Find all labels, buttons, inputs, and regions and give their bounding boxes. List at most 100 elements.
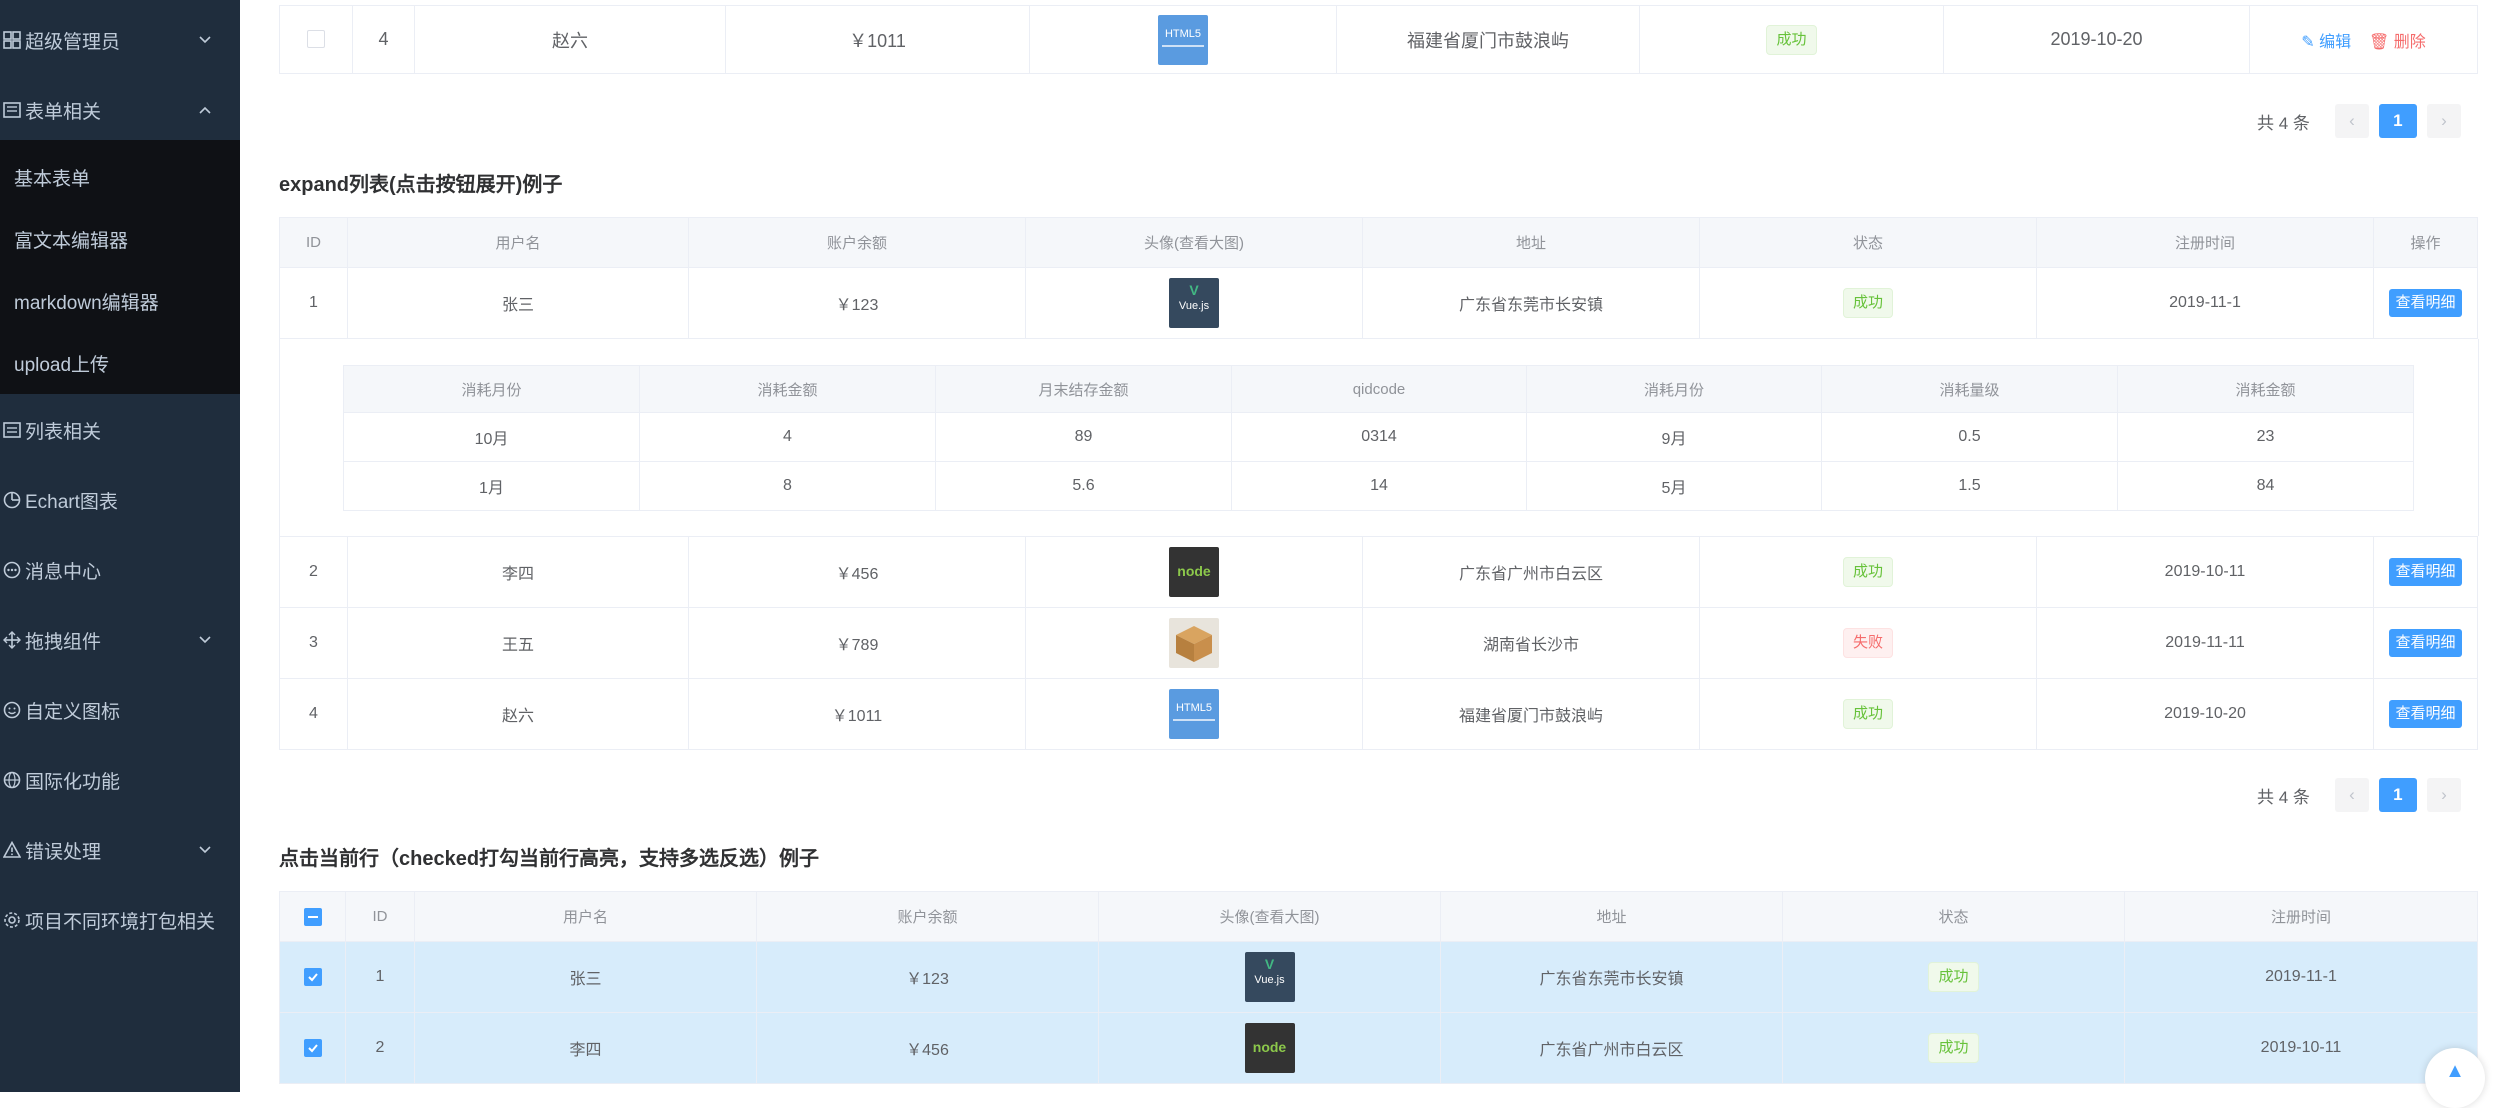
sidebar-item-message[interactable]: 消息中心	[0, 535, 240, 605]
sidebar-item-admin[interactable]: 超级管理员	[0, 5, 240, 75]
detail-cell: 84	[2117, 461, 2414, 511]
top-table: 4 赵六 ￥1011 HTML5 福建省厦门市鼓浪屿 成功 2019-10-20…	[279, 5, 2478, 74]
avatar-node[interactable]: node	[1244, 1023, 1295, 1073]
cell-balance: ￥1011	[688, 678, 1026, 750]
status-badge: 成功	[1842, 557, 1893, 587]
cell-username: 张三	[414, 941, 757, 1013]
table-row[interactable]: 4 赵六 ￥1011 HTML5 福建省厦门市鼓浪屿 成功 2019-10-20…	[279, 5, 2478, 74]
table-row[interactable]: 4 赵六 ￥1011 HTML5 福建省厦门市鼓浪屿 成功 2019-10-20…	[279, 678, 2478, 750]
sidebar-item-label: 错误处理	[25, 841, 102, 863]
avatar-decor	[1173, 719, 1215, 721]
status-badge: 成功	[1842, 699, 1893, 729]
sidebar-item-echart[interactable]: Echart图表	[0, 465, 240, 535]
col-header: 消耗金额	[639, 365, 936, 413]
expand-table-rest: 2 李四 ￥456 node 广东省广州市白云区 成功 2019-10-11 查…	[279, 536, 2478, 750]
view-detail-button[interactable]: 查看明细	[2389, 289, 2462, 317]
cell-id: 3	[279, 607, 348, 679]
detail-cell: 1.5	[1821, 461, 2118, 511]
check-icon	[307, 973, 318, 982]
message-icon	[0, 558, 24, 582]
cell-username: 李四	[347, 536, 689, 608]
edit-icon: ✎	[2301, 33, 2315, 51]
sidebar-subitem-upload[interactable]: upload上传	[0, 332, 240, 394]
pagination-total: 共 4 条	[2257, 787, 2310, 807]
cell-balance: ￥456	[688, 536, 1026, 608]
avatar-html5[interactable]: HTML5	[1158, 14, 1208, 65]
table-row[interactable]: 2 李四 ￥456 node 广东省广州市白云区 成功 2019-10-11	[279, 1012, 2478, 1084]
globe-icon	[0, 768, 24, 792]
cell-username: 赵六	[347, 678, 689, 750]
col-header: 账户余额	[756, 891, 1099, 942]
minus-icon	[307, 915, 318, 918]
sidebar-item-i18n[interactable]: 国际化功能	[0, 745, 240, 815]
detail-row: 1月 8 5.6 14 5月 1.5 84	[343, 461, 2414, 511]
prev-page-button[interactable]: ‹	[2334, 778, 2369, 812]
back-to-top-button[interactable]: ▲	[2425, 1048, 2485, 1108]
avatar-node[interactable]: node	[1169, 547, 1219, 597]
select-all-checkbox[interactable]	[303, 907, 322, 926]
chart-icon	[0, 488, 24, 512]
table-row[interactable]: 1 张三 ￥123 V Vue.js 广东省东莞市长安镇 成功 2019-11-1	[279, 941, 2478, 1013]
sidebar-subitem-label: markdown编辑器	[14, 292, 159, 314]
sidebar-item-label: 超级管理员	[25, 31, 121, 53]
col-header: qidcode	[1231, 365, 1527, 413]
detail-cell: 14	[1231, 461, 1527, 511]
sidebar-item-drag[interactable]: 拖拽组件	[0, 605, 240, 675]
avatar-vue[interactable]: V Vue.js	[1244, 952, 1295, 1002]
sidebar-subitem-label: 富文本编辑器	[14, 230, 129, 252]
table-row[interactable]: 3 王五 ￥789 湖南省长沙市 失败 2019-11-11 查看明细	[279, 607, 2478, 679]
next-page-button[interactable]: ›	[2426, 104, 2461, 138]
detail-cell: 4	[639, 412, 936, 462]
detail-cell: 5月	[1526, 461, 1822, 511]
sidebar-subitem-basic-form[interactable]: 基本表单	[0, 146, 240, 208]
edit-button[interactable]: ✎ 编辑	[2301, 34, 2351, 51]
pagination-total: 共 4 条	[2257, 113, 2310, 133]
sidebar-item-label: 国际化功能	[25, 771, 121, 793]
sidebar-subitem-rich-editor[interactable]: 富文本编辑器	[0, 208, 240, 270]
avatar-text: Vue.js	[1178, 300, 1210, 312]
sidebar-item-build-env[interactable]: 项目不同环境打包相关	[0, 885, 240, 955]
col-header: 消耗月份	[343, 365, 640, 413]
table-header: ID 用户名 账户余额 头像(查看大图) 地址 状态 注册时间 操作	[279, 217, 2478, 268]
cell-date: 2019-10-20	[1943, 5, 2250, 74]
view-detail-button[interactable]: 查看明细	[2389, 558, 2462, 586]
row-checkbox[interactable]	[303, 967, 322, 986]
sidebar-item-custom-icon[interactable]: 自定义图标	[0, 675, 240, 745]
cell-date: 2019-11-1	[2124, 941, 2478, 1013]
sidebar-item-error[interactable]: 错误处理	[0, 815, 240, 885]
delete-button[interactable]: 🗑 删除	[2369, 34, 2426, 51]
sidebar-item-list[interactable]: 列表相关	[0, 395, 240, 465]
table-row[interactable]: 1 张三 ￥123 V Vue.js 广东省东莞市长安镇 成功 2019-11-1…	[279, 267, 2478, 339]
col-header: 操作	[2373, 217, 2478, 268]
page-number[interactable]: 1	[2378, 104, 2417, 138]
col-header: 消耗金额	[2117, 365, 2414, 413]
next-page-button[interactable]: ›	[2426, 778, 2461, 812]
row-checkbox[interactable]	[307, 30, 325, 49]
avatar-html5[interactable]: HTML5	[1169, 689, 1219, 739]
view-detail-button[interactable]: 查看明细	[2389, 700, 2462, 728]
sidebar-subitem-markdown[interactable]: markdown编辑器	[0, 270, 240, 332]
sidebar-item-label: Echart图表	[25, 491, 118, 513]
chevron-down-icon	[198, 843, 212, 857]
avatar-box[interactable]	[1169, 618, 1219, 668]
sidebar-item-label: 项目不同环境打包相关	[25, 911, 216, 933]
cell-date: 2019-11-11	[2036, 607, 2374, 679]
sidebar: 超级管理员 表单相关 基本表单 富文本编辑器 markdown编辑器 uploa…	[0, 0, 240, 1092]
col-header: ID	[279, 217, 348, 268]
status-badge: 成功	[1928, 1033, 1979, 1063]
table-row[interactable]: 2 李四 ￥456 node 广东省广州市白云区 成功 2019-10-11 查…	[279, 536, 2478, 608]
cell-id: 2	[345, 1012, 415, 1084]
cell-id: 4	[352, 5, 415, 74]
cell-date: 2019-10-20	[2036, 678, 2374, 750]
prev-page-button[interactable]: ‹	[2334, 104, 2369, 138]
row-checkbox[interactable]	[303, 1038, 322, 1057]
view-detail-button[interactable]: 查看明细	[2389, 629, 2462, 657]
cell-address: 广东省东莞市长安镇	[1362, 267, 1700, 339]
status-badge: 失败	[1842, 628, 1893, 658]
page-number[interactable]: 1	[2378, 778, 2417, 812]
sidebar-item-form[interactable]: 表单相关	[0, 75, 240, 145]
settings-icon	[0, 908, 24, 932]
section-title-select: 点击当前行（checked打勾当前行高亮，支持多选反选）例子	[279, 848, 820, 870]
sidebar-subitem-label: upload上传	[14, 354, 110, 376]
avatar-vue[interactable]: V Vue.js	[1169, 278, 1219, 328]
